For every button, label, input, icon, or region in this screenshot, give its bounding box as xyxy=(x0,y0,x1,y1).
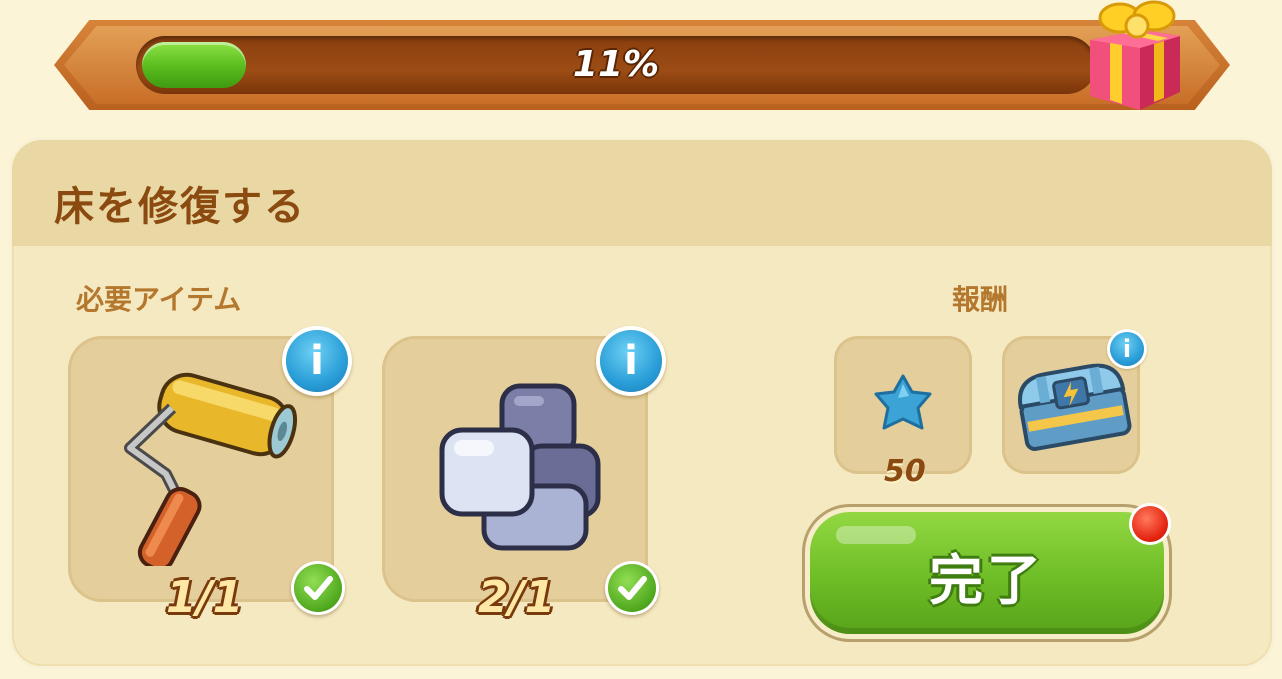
required-item-card[interactable]: i 1/1 xyxy=(68,330,348,623)
complete-button[interactable]: 完了 xyxy=(810,512,1164,634)
info-button[interactable]: i xyxy=(286,330,348,392)
complete-button-label: 完了 xyxy=(929,549,1045,612)
quest-header: 床を修復する xyxy=(12,140,1272,246)
item-count: 1/1 xyxy=(166,572,244,623)
notification-dot xyxy=(1132,506,1168,542)
check-icon xyxy=(294,564,342,612)
info-button[interactable]: i xyxy=(600,330,662,392)
blue-star-icon xyxy=(874,374,932,430)
energy-chest-icon xyxy=(1018,363,1132,451)
info-icon: i xyxy=(1122,335,1132,363)
quest-title: 床を修復する xyxy=(54,184,306,230)
required-item-card[interactable]: i 2/1 xyxy=(382,330,662,623)
stone-tiles-icon xyxy=(439,383,601,551)
reward-amount: 50 xyxy=(884,454,926,489)
info-icon: i xyxy=(310,338,324,384)
progress-bar: 11% xyxy=(136,36,1096,94)
info-button[interactable]: i xyxy=(1110,332,1144,366)
reward-card: 50 xyxy=(834,336,972,489)
info-icon: i xyxy=(624,338,638,384)
check-icon xyxy=(608,564,656,612)
paint-roller-icon xyxy=(124,372,298,566)
item-count: 2/1 xyxy=(478,572,556,623)
gift-box-icon[interactable] xyxy=(1082,0,1186,112)
reward-card[interactable]: i xyxy=(1002,332,1144,474)
required-items-label: 必要アイテム xyxy=(76,283,242,316)
reward-label: 報酬 xyxy=(952,283,1009,316)
progress-percent: 11% xyxy=(572,44,660,85)
